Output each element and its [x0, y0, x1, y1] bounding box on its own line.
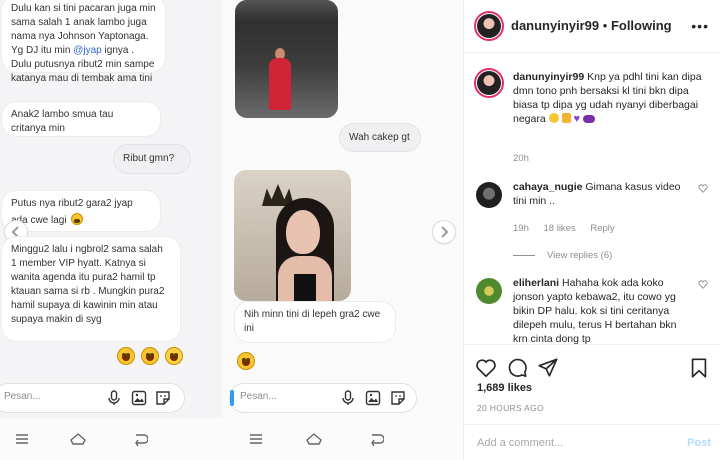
home-icon[interactable] — [306, 432, 322, 446]
avatar[interactable] — [476, 278, 502, 304]
avatar[interactable] — [474, 11, 504, 41]
composer-placeholder: Pesan... — [240, 391, 277, 402]
comment-bubble-icon[interactable] — [506, 357, 528, 379]
post-header: danunyinyir99 • Following ••• — [464, 0, 720, 53]
back-icon[interactable] — [368, 432, 384, 446]
shared-photo-stage — [235, 0, 338, 118]
bookmark-icon[interactable] — [688, 357, 710, 379]
chat-bubble: Anak2 lambo smua tau critanya min — [2, 102, 160, 136]
reply-button[interactable]: Reply — [590, 223, 614, 234]
divider-line — [513, 254, 535, 256]
next-arrow-icon[interactable] — [433, 221, 455, 243]
view-replies-button[interactable]: View replies (6) — [513, 250, 612, 261]
chat-bubble: Dulu kan si tini pacaran juga min sama s… — [2, 0, 165, 84]
laughing-emoji-icon — [141, 347, 159, 365]
comment-item: cahaya_nugie Gimana kasus video tini min… — [476, 180, 708, 236]
comment-meta: 19h 18 likes Reply — [513, 223, 627, 234]
home-icon[interactable] — [70, 432, 86, 446]
comment-text: cahaya_nugie Gimana kasus video tini min… — [513, 180, 690, 208]
like-comment-icon[interactable] — [698, 280, 708, 289]
chat-text: Wah cakep gt — [349, 132, 410, 143]
caption: danunyinyir99 Knp ya pdhl tini kan dipa … — [474, 68, 708, 180]
post-details-panel: danunyinyir99 • Following ••• danunyinyi… — [463, 0, 720, 460]
chat-screenshot-left: Dulu kan si tini pacaran juga min sama s… — [0, 0, 222, 460]
chat-text: Ribut gmn? — [123, 153, 175, 164]
instagram-post-view: Dulu kan si tini pacaran juga min sama s… — [0, 0, 720, 460]
comment-text: eliherlani Hahaha kok ada koko jonson ya… — [513, 276, 690, 344]
chat-bubble-sent: Ribut gmn? — [114, 145, 190, 173]
composer-placeholder: Pesan... — [4, 391, 41, 402]
mention-link: @jyap — [73, 45, 102, 56]
chat-bubble: Putus nya ribut2 gara2 jyap ada cwe lagi — [2, 191, 160, 231]
chat-bubble: Nih minn tini di lepeh gra2 cwe ini — [235, 302, 395, 342]
comment-username[interactable]: eliherlani — [513, 277, 559, 289]
add-comment-input[interactable]: Add a comment... — [477, 437, 563, 449]
laughing-emoji-icon — [117, 347, 135, 365]
view-replies-label: View replies (6) — [547, 250, 613, 261]
gallery-icon[interactable] — [131, 390, 147, 406]
post-timestamp: 20 HOURS AGO — [477, 403, 544, 413]
more-options-icon[interactable]: ••• — [691, 18, 709, 34]
add-comment-bar: Add a comment... Post — [464, 424, 720, 460]
chat-text: Nih minn tini di lepeh gra2 cwe ini — [244, 309, 381, 334]
thumbs-up-icon — [561, 113, 571, 123]
android-nav-bar — [222, 418, 463, 460]
android-nav-bar — [0, 418, 222, 460]
caption-timestamp: 20h — [513, 153, 529, 164]
post-comment-button[interactable]: Post — [687, 437, 711, 449]
laughing-emoji-icon — [165, 347, 183, 365]
caption-text: danunyinyir99 Knp ya pdhl tini kan dipa … — [513, 70, 708, 126]
emoji-icon — [548, 113, 559, 123]
comment-timestamp: 19h — [513, 223, 529, 234]
comment-item: eliherlani Hahaha kok ada koko jonson ya… — [476, 276, 708, 344]
microphone-icon[interactable] — [106, 390, 122, 406]
shared-photo-portrait — [234, 170, 351, 301]
chat-bubble: Minggu2 lalu i ngbrol2 sama salah 1 memb… — [2, 237, 180, 341]
recent-apps-icon[interactable] — [14, 432, 30, 446]
microphone-icon[interactable] — [340, 390, 356, 406]
avatar[interactable] — [476, 182, 502, 208]
gallery-icon[interactable] — [365, 390, 381, 406]
sticker-icon[interactable] — [155, 390, 171, 406]
chat-bubble-sent: Wah cakep gt — [340, 124, 420, 151]
sticker-icon[interactable] — [390, 390, 406, 406]
recent-apps-icon[interactable] — [248, 432, 264, 446]
like-heart-icon[interactable] — [475, 357, 497, 379]
message-composer[interactable]: Pesan... — [0, 384, 184, 412]
post-media[interactable]: Dulu kan si tini pacaran juga min sama s… — [0, 0, 463, 460]
post-actions: 1,689 likes 20 HOURS AGO — [464, 344, 720, 424]
share-direct-icon[interactable] — [537, 357, 559, 379]
chat-screenshot-right: Wah cakep gt Nih minn tini di lepeh gra2… — [222, 0, 463, 460]
likes-count[interactable]: 1,689 likes — [477, 382, 532, 394]
chat-text: Minggu2 lalu i ngbrol2 sama salah 1 memb… — [11, 244, 165, 325]
caption-meta: 20h — [513, 153, 541, 164]
chat-text: Anak2 lambo smua tau critanya min — [11, 109, 114, 134]
like-comment-icon[interactable] — [698, 184, 708, 193]
back-icon[interactable] — [132, 432, 148, 446]
post-author: danunyinyir99 • Following — [511, 18, 672, 33]
author-username[interactable]: danunyinyir99 — [511, 18, 599, 33]
purple-heart-icon: ♥ — [573, 113, 580, 125]
avatar[interactable] — [474, 68, 504, 98]
message-composer[interactable]: Pesan... — [230, 384, 416, 412]
separator-dot: • — [602, 18, 611, 33]
laughing-emoji-icon — [71, 213, 84, 225]
eggplant-icon — [582, 115, 595, 123]
laughing-emoji-icon — [237, 352, 255, 370]
comment-username[interactable]: cahaya_nugie — [513, 181, 582, 193]
comment-likes[interactable]: 18 likes — [544, 223, 576, 234]
following-button[interactable]: Following — [611, 18, 672, 33]
comments-list: danunyinyir99 Knp ya pdhl tini kan dipa … — [464, 54, 720, 344]
caption-username[interactable]: danunyinyir99 — [513, 71, 584, 83]
